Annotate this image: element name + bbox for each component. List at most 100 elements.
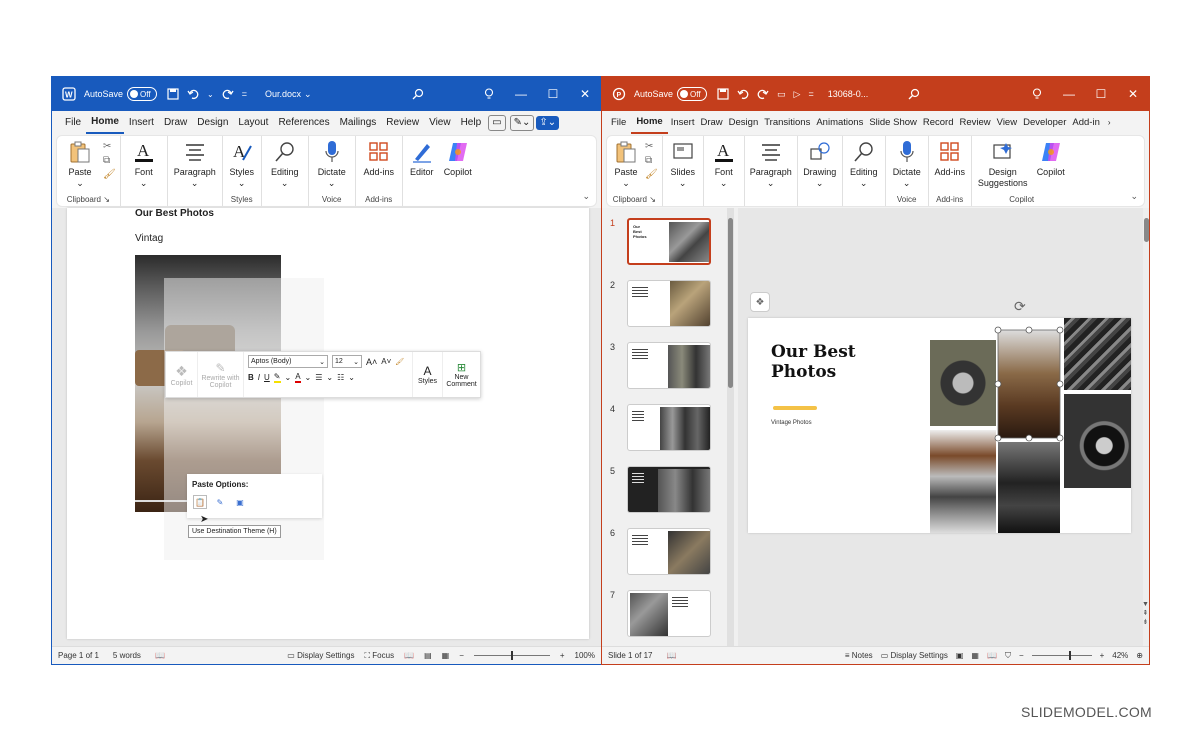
ribbon-collapse-icon[interactable]: ⌄	[1130, 191, 1138, 202]
tab-references[interactable]: References	[273, 111, 334, 135]
tab-view[interactable]: View	[994, 111, 1020, 135]
grow-font-icon[interactable]: A˄	[366, 357, 377, 367]
paragraph-button[interactable]: Paragraph ⌄	[749, 139, 793, 194]
tab-review[interactable]: Review	[957, 111, 994, 135]
tab-design[interactable]: Design	[726, 111, 762, 135]
photo-motorcycle[interactable]	[998, 442, 1060, 533]
previous-slide-icon[interactable]: ⇞	[1142, 609, 1149, 618]
lightbulb-icon[interactable]	[1021, 77, 1053, 111]
slide-thumbnail-5[interactable]	[627, 466, 711, 513]
maximize-icon[interactable]: ☐	[537, 77, 569, 111]
styles-button[interactable]: A Styles ⌄	[227, 139, 257, 194]
zoom-level[interactable]: 100%	[575, 651, 595, 660]
format-painter-icon[interactable]: 🖌	[645, 169, 658, 180]
current-slide[interactable]: Our Best Photos Vintage Photos	[748, 318, 1131, 533]
addins-button[interactable]: Add-ins	[933, 139, 967, 194]
focus-button[interactable]: ⛶ Focus	[364, 651, 394, 661]
fit-to-window-icon[interactable]: ⊕	[1136, 651, 1143, 660]
tab-draw[interactable]: Draw	[697, 111, 725, 135]
present-icon[interactable]: ▭	[777, 89, 786, 100]
chevron-down-icon[interactable]: ⌄	[285, 373, 292, 382]
cut-icon[interactable]: ✂	[103, 141, 116, 152]
search-icon[interactable]	[412, 88, 424, 100]
save-icon[interactable]	[167, 88, 179, 100]
font-button[interactable]: A Font ⌄	[708, 139, 740, 194]
redo-icon[interactable]	[222, 88, 234, 100]
paste-picture-icon[interactable]: ▣	[233, 495, 247, 509]
lightbulb-icon[interactable]	[473, 77, 505, 111]
paste-keep-source-icon[interactable]: ✎	[213, 495, 227, 509]
copy-icon[interactable]: ⧉	[645, 155, 658, 166]
tab-transitions[interactable]: Transitions	[761, 111, 813, 135]
slide-subtitle[interactable]: Vintage Photos	[771, 420, 812, 426]
editing-button[interactable]: Editing ⌄	[847, 139, 881, 194]
document-filename[interactable]: Our.docx	[265, 89, 301, 99]
copilot-button[interactable]: Copilot	[1034, 139, 1068, 194]
slide-count[interactable]: Slide 1 of 17	[608, 651, 652, 660]
photo-film-camera[interactable]	[930, 430, 996, 533]
autosave-toggle[interactable]: Off	[677, 87, 708, 101]
paragraph-button[interactable]: Paragraph ⌄	[172, 139, 218, 194]
tab-home[interactable]: Home	[86, 112, 124, 134]
dictate-button[interactable]: Dictate ⌄	[890, 139, 924, 194]
dictate-button[interactable]: Dictate ⌄	[313, 139, 351, 194]
tab-layout[interactable]: Layout	[233, 111, 273, 135]
bold-icon[interactable]: B	[248, 373, 254, 382]
tab-file[interactable]: File	[606, 111, 631, 135]
format-painter-icon[interactable]: 🖌	[103, 169, 116, 180]
slide-thumbnail-1[interactable]: Our Best Photos	[627, 218, 711, 265]
paste-button[interactable]: Paste ⌄	[611, 139, 641, 194]
slide-thumbnail-6[interactable]	[627, 528, 711, 575]
shrink-font-icon[interactable]: A˅	[381, 357, 391, 366]
doc-heading[interactable]: Our Best Photos	[135, 208, 214, 219]
ribbon-collapse-icon[interactable]: ⌄	[582, 191, 590, 202]
slide-title[interactable]: Our Best Photos	[771, 342, 861, 382]
bullets-icon[interactable]: ☰	[315, 373, 322, 382]
copilot-button[interactable]: Copilot	[441, 139, 475, 194]
doc-body-text[interactable]: Vintag	[135, 233, 163, 244]
drawing-button[interactable]: Drawing ⌄	[802, 139, 838, 194]
zoom-level[interactable]: 42%	[1112, 651, 1128, 660]
tab-review[interactable]: Review	[381, 111, 424, 135]
slide-sorter-icon[interactable]: ▦	[971, 651, 979, 660]
zoom-slider[interactable]	[1031, 651, 1092, 660]
presentation-filename[interactable]: 13068-0...	[828, 89, 869, 99]
underline-icon[interactable]: U	[264, 373, 270, 382]
dialog-launcher-icon[interactable]: ↘	[103, 195, 110, 204]
display-settings-button[interactable]: ▭ Display Settings	[287, 651, 354, 660]
thumbnails-scrollbar[interactable]	[727, 208, 734, 649]
page-count[interactable]: Page 1 of 1	[58, 651, 99, 660]
photo-turntable[interactable]	[930, 340, 996, 426]
italic-icon[interactable]: I	[258, 373, 260, 382]
comments-icon[interactable]: ▭	[488, 115, 506, 131]
photo-typewriter[interactable]	[1064, 318, 1131, 390]
tab-insert[interactable]: Insert	[668, 111, 698, 135]
copilot-icon[interactable]: ❖	[750, 292, 770, 312]
undo-icon[interactable]	[187, 88, 199, 100]
undo-dropdown-icon[interactable]: ⌄	[207, 90, 214, 99]
document-page[interactable]: Our Best Photos Vintag	[67, 208, 589, 639]
font-button[interactable]: A Font ⌄	[125, 139, 163, 194]
word-count[interactable]: 5 words	[113, 651, 141, 660]
filename-chevron-icon[interactable]: ⌄	[304, 89, 312, 100]
tab-draw[interactable]: Draw	[159, 111, 192, 135]
next-slide-icon[interactable]: ⇟	[1142, 618, 1149, 627]
customize-qat-icon[interactable]: =	[242, 89, 247, 99]
zoom-in-icon[interactable]: +	[560, 651, 565, 660]
print-layout-icon[interactable]: ▤	[424, 651, 432, 660]
tab-design[interactable]: Design	[192, 111, 233, 135]
undo-icon[interactable]	[737, 88, 749, 100]
slideshow-view-icon[interactable]: ⛉	[1005, 651, 1011, 661]
chevron-down-icon[interactable]: ⌄	[326, 373, 333, 382]
dialog-launcher-icon[interactable]: ↘	[649, 195, 656, 204]
slide-scrollbar[interactable]	[1143, 208, 1149, 649]
minimize-icon[interactable]: —	[1053, 77, 1085, 111]
minimize-icon[interactable]: —	[505, 77, 537, 111]
tab-file[interactable]: File	[60, 111, 86, 135]
numbering-icon[interactable]: ☷	[337, 373, 344, 382]
slides-button[interactable]: Slides ⌄	[667, 139, 699, 194]
tab-insert[interactable]: Insert	[124, 111, 159, 135]
read-mode-icon[interactable]: 📖	[404, 651, 414, 660]
editing-mode-icon[interactable]: ✎⌄	[509, 115, 535, 131]
tab-mailings[interactable]: Mailings	[335, 111, 382, 135]
